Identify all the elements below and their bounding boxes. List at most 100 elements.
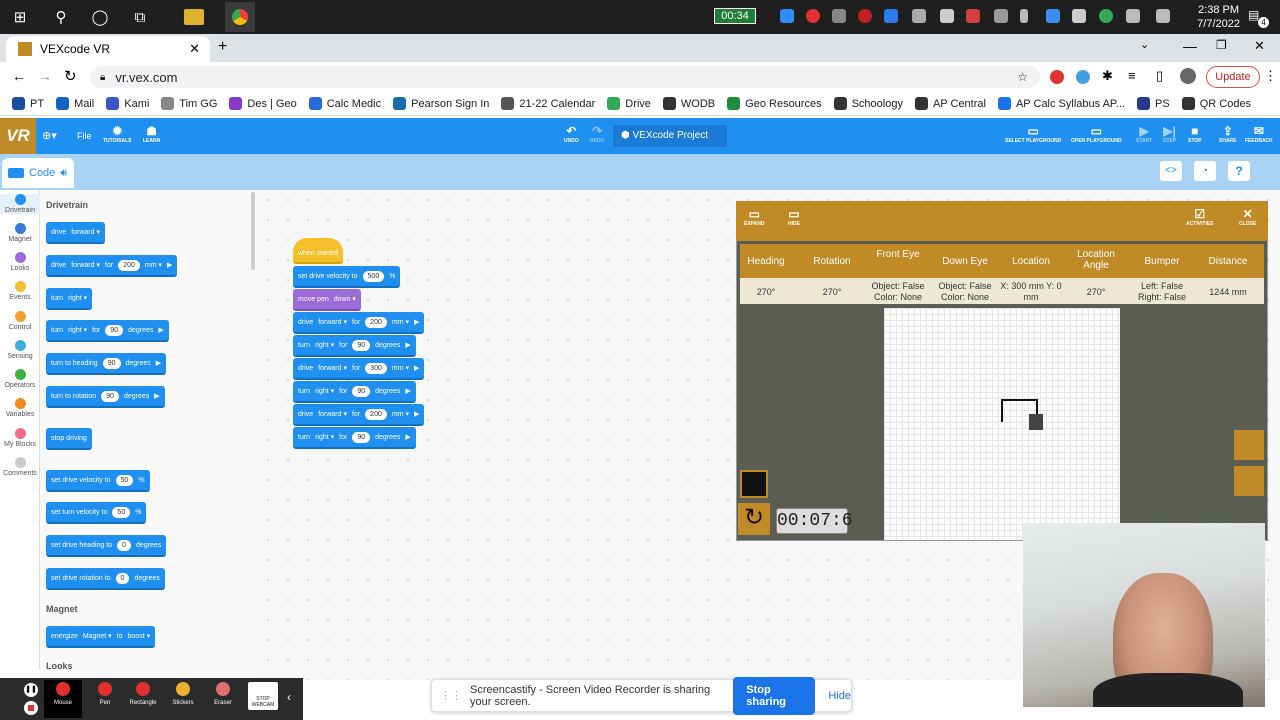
bookmark-item[interactable]: QR Codes xyxy=(1181,97,1251,110)
block-value-input[interactable]: 200 xyxy=(365,316,387,328)
office-icon[interactable] xyxy=(966,9,980,23)
bookmark-item[interactable]: Schoology xyxy=(833,97,903,110)
category-variables[interactable]: Variables xyxy=(0,398,40,418)
menu-icon[interactable]: ⋮ xyxy=(1264,68,1277,84)
category-magnet[interactable]: Magnet xyxy=(0,223,40,243)
block-value-input[interactable]: 200 xyxy=(365,408,387,420)
tutorials-button[interactable]: ✹ TUTORIALS xyxy=(103,124,132,144)
reading-list-icon[interactable]: ≡ xyxy=(1128,68,1136,83)
code-block[interactable]: turn to rotation 90 degrees ▶ xyxy=(46,386,165,408)
screencastify-icon[interactable] xyxy=(806,9,820,23)
redo-button[interactable]: ↷ REDO xyxy=(590,124,604,144)
flyout-scrollbar[interactable] xyxy=(251,192,255,270)
update-button[interactable]: Update xyxy=(1206,66,1260,88)
close-playground-button[interactable]: ✕ CLOSE xyxy=(1239,207,1256,227)
bookmark-item[interactable]: Calc Medic xyxy=(308,97,381,110)
pen-icon[interactable] xyxy=(1156,9,1170,23)
code-block[interactable]: turn right ▾ for 90 degrees ▶ xyxy=(293,335,416,357)
screencastify-tool-rectangle[interactable]: Rectangle xyxy=(128,682,158,706)
code-block[interactable]: drive forward ▾ for 200 mm ▾ ▶ xyxy=(46,255,178,277)
block-value-input[interactable]: 50 xyxy=(112,506,131,518)
bookmark-item[interactable]: Kami xyxy=(106,97,149,110)
speaker-icon[interactable]: 🔊︎ xyxy=(60,167,67,180)
block-value-input[interactable]: 90 xyxy=(105,324,124,336)
category-comments[interactable]: Comments xyxy=(0,457,40,477)
code-block[interactable]: turn to heading 90 degrees ▶ xyxy=(46,353,167,375)
code-block[interactable]: drive forward ▾ for 300 mm ▾ ▶ xyxy=(293,358,425,380)
category-drivetrain[interactable]: Drivetrain xyxy=(0,194,40,214)
block-value-input[interactable]: 300 xyxy=(365,362,387,374)
screencastify-tool-eraser[interactable]: Eraser xyxy=(208,682,238,706)
forward-icon[interactable]: → xyxy=(38,68,52,84)
block-value-input[interactable]: 90 xyxy=(352,339,371,351)
block-value-input[interactable]: 90 xyxy=(352,431,371,443)
hide-button[interactable]: Hide xyxy=(828,690,851,702)
pen-color-button[interactable] xyxy=(740,470,768,498)
app-tray-icon[interactable] xyxy=(1099,9,1113,23)
code-block[interactable]: drive forward ▾ for 200 mm ▾ ▶ xyxy=(293,312,425,334)
security-icon[interactable] xyxy=(1072,9,1086,23)
code-block[interactable]: drive forward ▾ for 200 mm ▾ ▶ xyxy=(293,404,425,426)
camera-icon[interactable] xyxy=(994,9,1008,23)
block-value-input[interactable]: 500 xyxy=(362,270,385,282)
data-panel-icon[interactable] xyxy=(1234,430,1264,460)
bookmark-item[interactable]: PS xyxy=(1137,97,1170,110)
code-block[interactable]: turn right ▾ for 90 degrees ▶ xyxy=(46,320,169,342)
drag-handle-icon[interactable]: ⋮⋮ xyxy=(440,689,462,702)
screencastify-tool-pen[interactable]: Pen xyxy=(90,682,120,706)
task-view-icon[interactable]: ⧉ xyxy=(129,6,151,28)
system-clock[interactable]: 2:38 PM 7/7/2022 xyxy=(1197,3,1240,31)
globe-icon[interactable]: ⊕▾ xyxy=(42,129,57,142)
url-bar[interactable]: 🔒︎ vr.vex.com ☆ xyxy=(90,66,1040,88)
stop-button[interactable]: ■ STOP xyxy=(1188,124,1202,144)
start-button[interactable]: ▶ START xyxy=(1136,124,1152,144)
category-operators[interactable]: Operators xyxy=(0,369,40,389)
collapse-toolbar-icon[interactable]: ‹ xyxy=(287,690,291,704)
new-tab-icon[interactable]: + xyxy=(218,38,227,56)
search-icon[interactable]: ⚲ xyxy=(50,6,72,28)
code-block[interactable]: stop driving xyxy=(46,428,92,450)
category-looks[interactable]: Looks xyxy=(0,252,40,272)
select-playground-button[interactable]: ▭ SELECT PLAYGROUND xyxy=(1005,124,1061,144)
expand-button[interactable]: ▭ EXPAND xyxy=(744,207,764,227)
code-block[interactable]: turn right ▾ xyxy=(46,288,93,310)
link-icon[interactable] xyxy=(832,9,846,23)
file-explorer-icon[interactable] xyxy=(184,9,204,25)
screencastify-tool-mouse[interactable]: Mouse xyxy=(48,682,78,706)
robot-view-icon[interactable] xyxy=(1234,466,1264,496)
mic-icon[interactable] xyxy=(1020,9,1028,23)
block-value-input[interactable]: 50 xyxy=(115,474,134,486)
restore-icon[interactable]: ❐ xyxy=(1216,38,1227,52)
hide-button[interactable]: ▭ HIDE xyxy=(788,207,800,227)
onedrive-icon[interactable] xyxy=(1046,9,1060,23)
bookmark-item[interactable]: Drive xyxy=(607,97,651,110)
code-block[interactable]: set turn velocity to 50% xyxy=(46,502,147,524)
block-value-input[interactable]: 90 xyxy=(352,385,371,397)
stop-sharing-button[interactable]: Stop sharing xyxy=(733,676,816,715)
block-value-input[interactable]: 0 xyxy=(115,572,130,584)
feedback-button[interactable]: ✉ FEEDBACK xyxy=(1245,124,1273,144)
back-icon[interactable]: ← xyxy=(12,68,26,84)
open-playground-button[interactable]: ▭ OPEN PLAYGROUND xyxy=(1071,124,1122,144)
bookmark-item[interactable]: AP Calc Syllabus AP... xyxy=(997,97,1125,110)
close-window-icon[interactable]: ✕ xyxy=(1254,38,1265,54)
file-menu[interactable]: File xyxy=(77,131,92,141)
bookmark-item[interactable]: WODB xyxy=(662,97,715,110)
code-block[interactable]: set drive velocity to 50% xyxy=(46,470,150,492)
side-panel-icon[interactable]: ▯ xyxy=(1156,68,1163,84)
when-started-block[interactable]: when started xyxy=(293,238,344,264)
tab-code[interactable]: Code 🔊︎ xyxy=(2,158,74,188)
wifi-icon[interactable] xyxy=(912,9,926,23)
screencastify-tool-stop-webcam[interactable]: STOP WEBCAM xyxy=(248,682,278,710)
bookmark-item[interactable]: Geo Resources xyxy=(727,97,822,110)
dashboard-icon[interactable]: ◔ xyxy=(1194,161,1216,181)
category-my-blocks[interactable]: My Blocks xyxy=(0,428,40,448)
extension-icon[interactable] xyxy=(1050,70,1064,84)
battery-icon[interactable] xyxy=(940,9,954,23)
bookmark-item[interactable]: Pearson Sign In xyxy=(393,97,489,110)
code-block[interactable]: set drive heading to 0 degrees xyxy=(46,535,167,557)
puzzle-icon[interactable]: ✱ xyxy=(1102,68,1113,84)
reload-icon[interactable]: ↻ xyxy=(64,67,77,85)
activities-button[interactable]: ☑ ACTIVITIES xyxy=(1186,207,1214,227)
category-events[interactable]: Events xyxy=(0,281,40,301)
